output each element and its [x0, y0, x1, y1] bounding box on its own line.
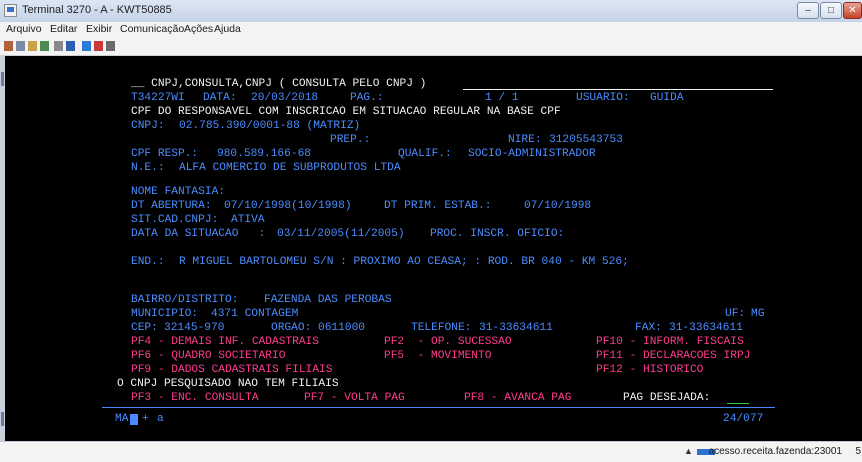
pf2-op-sucessao[interactable]: PF2 - OP. SUCESSAO	[384, 336, 512, 349]
endereco-label: END.:	[131, 256, 165, 268]
data-value: 20/03/2018	[251, 92, 319, 104]
menu-comunicacao[interactable]: Comunicação	[120, 23, 184, 35]
menu-ajuda[interactable]: Ajuda	[214, 23, 241, 35]
status-bar: ▲ acesso.receita.fazenda:23001 5	[0, 441, 862, 462]
telefone-label: TELEFONE:	[411, 322, 472, 334]
sit-cad-value: ATIVA	[231, 214, 265, 226]
pf10-inform-fiscais[interactable]: PF10 - INFORM. FISCAIS	[596, 336, 744, 349]
qualif-value: SOCIO-ADMINISTRADOR	[468, 148, 596, 160]
prim-estab-value: 07/10/1998	[524, 200, 592, 212]
status-extra: 5	[855, 446, 861, 457]
sit-cad-label: SIT.CAD.CNPJ:	[131, 214, 219, 226]
usuario-label: USUARIO:	[576, 92, 630, 104]
pf6-quadro-societario[interactable]: PF6 - QUADRO SOCIETARIO	[131, 350, 285, 363]
abertura-label: DT ABERTURA:	[131, 200, 212, 212]
close-button[interactable]: ✕	[843, 2, 862, 19]
menu-acoes[interactable]: Ações	[184, 23, 213, 35]
filiais-message: O CNPJ PESQUISADO NAO TEM FILIAIS	[117, 378, 339, 390]
oia-mode: MA	[115, 413, 129, 425]
prim-estab-label: DT PRIM. ESTAB.:	[384, 200, 492, 212]
record-icon[interactable]	[66, 41, 75, 51]
endereco-value: R MIGUEL BARTOLOMEU S/N : PROXIMO AO CEA…	[179, 256, 629, 268]
municipio-label: MUNICIPIO:	[131, 308, 199, 320]
screen-header: __ CNPJ,CONSULTA,CNPJ ( CONSULTA PELO CN…	[131, 78, 427, 90]
copy-icon[interactable]	[16, 41, 25, 51]
terminal-screen[interactable]: __ CNPJ,CONSULTA,CNPJ ( CONSULTA PELO CN…	[5, 56, 862, 441]
telefone-value: 31-33634611	[479, 322, 553, 334]
pf3-enc-consulta[interactable]: PF3 - ENC. CONSULTA	[131, 392, 259, 405]
title-bar: Terminal 3270 - A - KWT50885 – □ ✕	[0, 0, 862, 23]
cep-value: 32145-970	[164, 322, 225, 334]
status-message: CPF DO RESPONSAVEL COM INSCRICAO EM SITU…	[131, 106, 561, 118]
bairro-label: BAIRRO/DISTRITO:	[131, 294, 239, 306]
data-situacao-label: DATA DA SITUACAO :	[131, 228, 266, 240]
fax-label: FAX:	[635, 322, 662, 334]
cursor-position: 24/077	[723, 413, 764, 425]
usuario-value: GUIDA	[650, 92, 684, 104]
pag-value: 1 / 1	[485, 92, 519, 104]
maximize-button[interactable]: □	[820, 2, 842, 19]
pag-desejada-label: PAG DESEJADA:	[623, 392, 711, 404]
oia-cursor	[130, 414, 138, 425]
pf7-volta-pag[interactable]: PF7 - VOLTA PAG	[304, 392, 405, 405]
gutter-marker	[1, 72, 4, 86]
ne-value: ALFA COMERCIO DE SUBPRODUTOS LTDA	[179, 162, 401, 174]
proc-inscr-label: PROC. INSCR. OFICIO:	[430, 228, 565, 240]
uf-label: UF:	[725, 308, 746, 320]
abertura-value: 07/10/1998(10/1998)	[224, 200, 352, 212]
pf4-demais-inf[interactable]: PF4 - DEMAIS INF. CADASTRAIS	[131, 336, 319, 349]
pag-desejada-input[interactable]	[727, 403, 749, 404]
ne-label: N.E.:	[131, 162, 165, 174]
print-icon[interactable]	[40, 41, 49, 51]
terminal-app-icon	[4, 4, 17, 17]
pf5-movimento[interactable]: PF5 - MOVIMENTO	[384, 350, 491, 363]
data-label: DATA:	[203, 92, 237, 104]
cnpj-label: CNPJ:	[131, 120, 165, 132]
prep-label: PREP.:	[330, 134, 371, 146]
pag-label: PAG.:	[350, 92, 384, 104]
municipio-value: 4371 CONTAGEM	[211, 308, 299, 320]
settings-icon[interactable]	[54, 41, 63, 51]
menu-bar: Arquivo Editar Exibir Comunicação Ações …	[0, 22, 862, 38]
oia-separator	[102, 407, 775, 408]
disconnect-icon[interactable]	[94, 41, 103, 51]
bairro-value: FAZENDA DAS PEROBAS	[264, 294, 392, 306]
nire-value: 31205543753	[549, 134, 623, 146]
fax-value: 31-33634611	[669, 322, 743, 334]
cpf-resp-label: CPF RESP.:	[131, 148, 199, 160]
pf12-historico[interactable]: PF12 - HISTORICO	[596, 364, 703, 377]
paste-icon[interactable]	[28, 41, 37, 51]
new-session-icon[interactable]	[4, 41, 13, 51]
menu-exibir[interactable]: Exibir	[86, 23, 112, 35]
toolbar	[0, 38, 862, 56]
cnpj-value: 02.785.390/0001-88 (MATRIZ)	[179, 120, 361, 132]
gutter-marker	[1, 412, 4, 426]
window-title: Terminal 3270 - A - KWT50885	[22, 4, 172, 16]
cep-label: CEP:	[131, 322, 158, 334]
data-situacao-value: 03/11/2005(11/2005)	[277, 228, 405, 240]
minimize-button[interactable]: –	[797, 2, 819, 19]
orgao-label: ORGAO:	[271, 322, 312, 334]
orgao-value: 0611000	[318, 322, 365, 334]
pf8-avanca-pag[interactable]: PF8 - AVANCA PAG	[464, 392, 571, 405]
oia-a: a	[157, 413, 164, 425]
pf9-dados-filiais[interactable]: PF9 - DADOS CADASTRAIS FILIAIS	[131, 364, 332, 377]
header-rule	[463, 89, 773, 90]
uf-value: MG	[751, 308, 765, 320]
nome-fantasia-label: NOME FANTASIA:	[131, 186, 225, 198]
cpf-resp-value: 980.589.166-68	[217, 148, 311, 160]
nire-label: NIRE:	[508, 134, 542, 146]
transaction-code: T34227WI	[131, 92, 185, 104]
oia-plus: +	[142, 413, 149, 425]
macro-icon[interactable]	[106, 41, 115, 51]
connect-icon[interactable]	[82, 41, 91, 51]
menu-arquivo[interactable]: Arquivo	[6, 23, 42, 35]
pf11-declaracoes-irpj[interactable]: PF11 - DECLARACOES IRPJ	[596, 350, 750, 363]
menu-editar[interactable]: Editar	[50, 23, 77, 35]
qualif-label: QUALIF.:	[398, 148, 452, 160]
host-address: acesso.receita.fazenda:23001	[708, 446, 842, 457]
